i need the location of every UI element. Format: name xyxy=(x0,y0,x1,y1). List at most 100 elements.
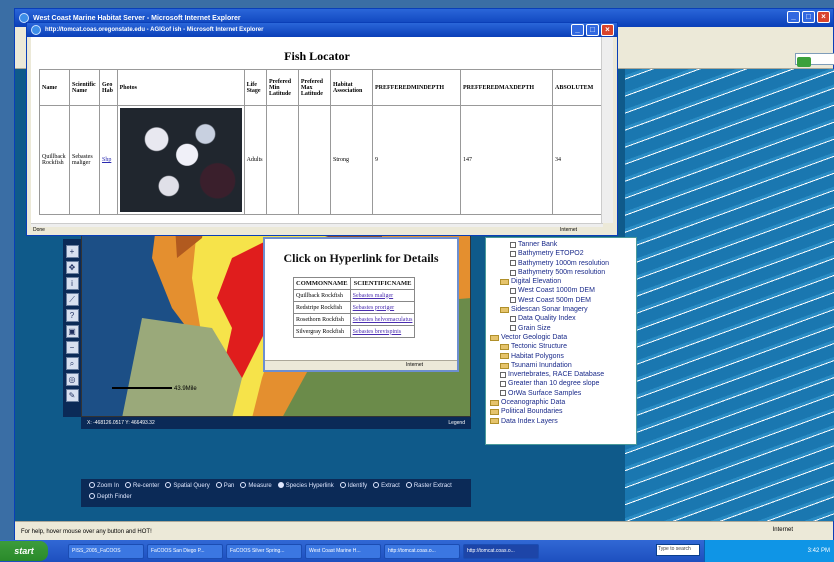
radio-button[interactable] xyxy=(373,482,380,489)
tool-radio-option[interactable]: Pan xyxy=(214,482,234,489)
taskbar-button[interactable]: FaCOOS Silver Spring... xyxy=(226,543,302,559)
tool-radio-option[interactable]: Zoom In xyxy=(87,482,119,489)
layer-item[interactable]: Bathymetry 500m resolution xyxy=(490,268,632,277)
layer-item[interactable]: Data Index Layers xyxy=(490,417,632,426)
checkbox[interactable] xyxy=(500,371,506,378)
zoom-in-tool-icon[interactable]: + xyxy=(65,245,79,258)
radio-button[interactable] xyxy=(277,482,284,489)
fish-minimize-button[interactable]: _ xyxy=(571,24,584,36)
species-link[interactable]: Sebastes brevispinis xyxy=(353,329,402,335)
tool-radio-option[interactable]: Extract xyxy=(371,482,400,489)
zoom-out-tool-icon[interactable]: − xyxy=(65,341,79,354)
start-button[interactable]: start xyxy=(0,541,48,561)
radio-button[interactable] xyxy=(89,493,95,500)
scientific-name-header: SCIENTIFICNAME xyxy=(349,277,416,290)
layer-item[interactable]: Vector Geologic Data xyxy=(490,333,632,342)
hyperlink-popup-window: Click on Hyperlink for Details COMMONNAM… xyxy=(263,237,459,372)
layer-item[interactable]: Tanner Bank xyxy=(490,240,632,249)
fish-column-header: Habitat Association xyxy=(330,69,373,106)
layer-item[interactable]: Data Quality Index xyxy=(490,314,632,323)
radio-button[interactable] xyxy=(240,482,247,489)
tool-radio-option[interactable]: Identify xyxy=(338,482,367,489)
legend-link[interactable]: Legend xyxy=(448,420,465,426)
internet-zone: Internet xyxy=(772,527,793,533)
common-name-cell: Redstripe Rockfish xyxy=(293,301,351,314)
geohab-link[interactable]: Shp xyxy=(102,157,111,163)
radio-button[interactable] xyxy=(125,482,132,489)
layer-item[interactable]: Oceanographic Data xyxy=(490,398,632,407)
fish-column-header: Photos xyxy=(116,69,245,106)
taskbar-button[interactable]: PISS_2005_FaCOOS xyxy=(68,543,144,559)
tool-radio-option[interactable]: Raster Extract xyxy=(404,482,452,489)
radio-button[interactable] xyxy=(405,482,412,489)
tool-radio-option[interactable]: Measure xyxy=(238,482,272,489)
layer-item[interactable]: Digital Elevation xyxy=(490,277,632,286)
checkbox[interactable] xyxy=(510,316,516,323)
fish-maximize-button[interactable]: □ xyxy=(586,24,599,36)
magnify-tool-icon[interactable]: ⌕ xyxy=(65,357,79,370)
tool-radio-label: Depth Finder xyxy=(97,494,132,500)
checkbox[interactable] xyxy=(510,288,516,295)
clear-tool-icon[interactable]: ✎ xyxy=(65,389,79,402)
common-name-header: COMMONNAME xyxy=(293,277,351,290)
query-tool-icon[interactable]: ? xyxy=(65,309,79,322)
checkbox[interactable] xyxy=(510,297,516,304)
layer-item[interactable]: Bathymetry ETOPO2 xyxy=(490,249,632,258)
fish-title-bar[interactable]: http://tomcat.coas.oregonstate.edu - AGI… xyxy=(27,23,617,37)
taskbar-button[interactable]: West Coast Marine H... xyxy=(305,543,381,559)
fish-status-bar: Done Internet xyxy=(27,227,617,235)
radio-button[interactable] xyxy=(165,482,172,489)
extent-tool-icon[interactable]: ◎ xyxy=(65,373,79,386)
fish-close-button[interactable]: × xyxy=(601,24,614,36)
minimize-button[interactable]: _ xyxy=(787,11,800,23)
layer-item[interactable]: Tectonic Structure xyxy=(490,342,632,351)
checkbox[interactable] xyxy=(510,325,516,332)
layer-item[interactable]: Bathymetry 1000m resolution xyxy=(490,259,632,268)
vertical-scrollbar[interactable] xyxy=(601,37,613,223)
layer-item[interactable]: Sidescan Sonar Imagery xyxy=(490,305,632,314)
search-box[interactable]: Type to search xyxy=(656,544,700,556)
radio-button[interactable] xyxy=(89,482,95,489)
checkbox[interactable] xyxy=(500,381,506,388)
layer-item[interactable]: OrWa Surface Samples xyxy=(490,389,632,398)
pan-tool-icon[interactable]: ✥ xyxy=(65,261,79,274)
checkbox[interactable] xyxy=(510,260,516,267)
close-button[interactable]: × xyxy=(817,11,830,23)
scientific-name-cell: Sebastes maliger xyxy=(349,289,416,302)
layer-item[interactable]: Habitat Polygons xyxy=(490,352,632,361)
main-status-bar: For help, hover mouse over any button an… xyxy=(15,521,833,541)
taskbar-button[interactable]: http://tomcat.coas.o... xyxy=(384,543,460,559)
tool-radio-option[interactable]: Species Hyperlink xyxy=(276,482,334,489)
taskbar-button[interactable]: http://tomcat.coas.o... xyxy=(463,543,539,559)
layer-item[interactable]: West Coast 500m DEM xyxy=(490,296,632,305)
layer-item[interactable]: Tsunami Inundation xyxy=(490,361,632,370)
species-link[interactable]: Sebastes maliger xyxy=(353,293,394,299)
fish-photo[interactable] xyxy=(119,108,242,212)
radio-button[interactable] xyxy=(339,482,346,489)
layer-item[interactable]: West Coast 1000m DEM xyxy=(490,286,632,295)
measure-tool-icon[interactable]: ⟋ xyxy=(65,293,79,306)
tool-radio-option[interactable]: Spatial Query xyxy=(163,482,210,489)
go-button[interactable] xyxy=(797,57,811,67)
maximize-button[interactable]: □ xyxy=(802,11,815,23)
species-link[interactable]: Sebastes helvomaculatus xyxy=(353,317,413,323)
species-link[interactable]: Sebastes proriger xyxy=(353,305,395,311)
layer-item[interactable]: Political Boundaries xyxy=(490,407,632,416)
taskbar-button[interactable]: FaCOOS San Diego P... xyxy=(147,543,223,559)
tool-radio-option[interactable]: Re-center xyxy=(123,482,159,489)
radio-button[interactable] xyxy=(215,482,222,489)
identify-tool-icon[interactable]: i xyxy=(65,277,79,290)
tool-radio-option[interactable]: Depth Finder xyxy=(87,493,132,500)
checkbox[interactable] xyxy=(510,250,516,257)
checkbox[interactable] xyxy=(500,390,506,397)
fish-window-title: http://tomcat.coas.oregonstate.edu - AGI… xyxy=(45,27,264,33)
select-tool-icon[interactable]: ▣ xyxy=(65,325,79,338)
checkbox[interactable] xyxy=(510,241,516,248)
checkbox[interactable] xyxy=(510,269,516,276)
layer-label: Habitat Polygons xyxy=(511,352,564,360)
layer-item[interactable]: Grain Size xyxy=(490,324,632,333)
fish-table: Name Scientific Name Geo Hab Photos Life Sta… xyxy=(39,69,603,215)
layer-item[interactable]: Invertebrates, RACE Database xyxy=(490,370,632,379)
layer-item[interactable]: Greater than 10 degree slope xyxy=(490,379,632,388)
tool-radio-label: Species Hyperlink xyxy=(285,483,334,489)
